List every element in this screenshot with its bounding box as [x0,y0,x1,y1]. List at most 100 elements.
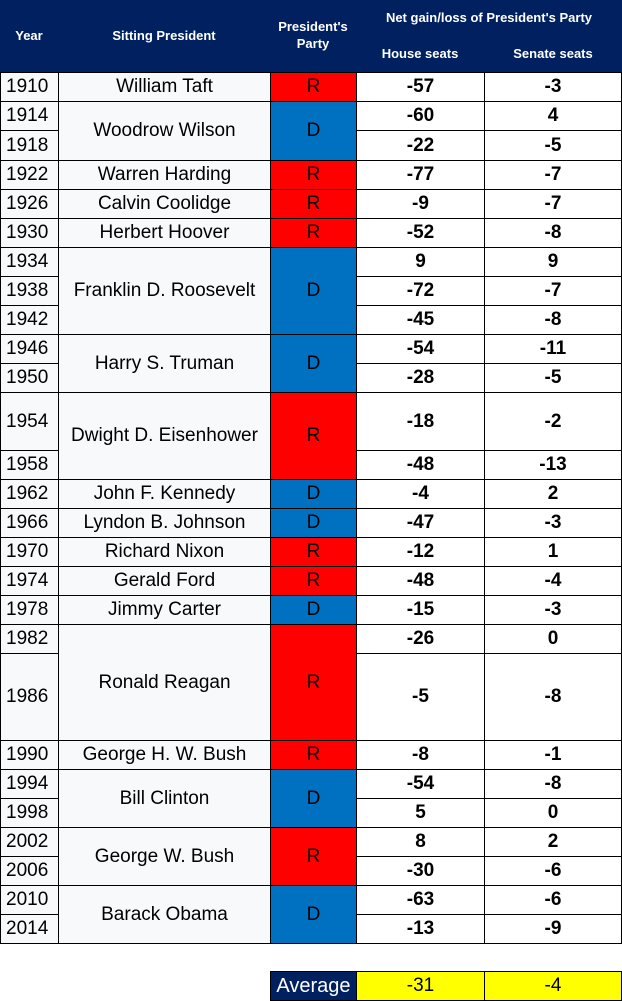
party-badge: D [270,247,357,335]
senate-seats-change: -4 [484,566,622,596]
senate-seats-change: -7 [484,160,622,190]
senate-seats-change: -5 [484,130,622,161]
senate-seats-change: -8 [484,218,622,248]
senate-seats-change: -3 [484,508,622,538]
house-seats-change: -15 [356,595,485,625]
election-year: 1986 [0,653,59,741]
average-house: -31 [356,971,485,1001]
party-badge: R [270,740,357,770]
election-year: 1974 [0,566,59,596]
house-seats-change: -5 [356,653,485,741]
average-label: Average [270,971,357,1001]
party-badge: R [270,218,357,248]
senate-seats-change: -1 [484,740,622,770]
president-name: William Taft [58,72,271,102]
house-seats-change: -47 [356,508,485,538]
house-seats-change: -48 [356,450,485,480]
house-seats-change: 5 [356,798,485,828]
election-year: 1926 [0,189,59,219]
senate-seats-change: 9 [484,247,622,277]
house-seats-change: -57 [356,72,485,102]
election-year: 1910 [0,72,59,102]
senate-seats-change: 1 [484,537,622,567]
party-badge: R [270,189,357,219]
header-senate-seats: Senate seats [484,36,622,72]
president-name: Herbert Hoover [58,218,271,248]
election-year: 1982 [0,624,59,654]
house-seats-change: 8 [356,827,485,857]
header-party: President's Party [270,0,356,72]
election-year: 1922 [0,160,59,190]
party-badge: R [270,624,357,741]
president-name: Bill Clinton [58,769,271,828]
house-seats-change: -9 [356,189,485,219]
president-name: Gerald Ford [58,566,271,596]
president-name: Lyndon B. Johnson [58,508,271,538]
senate-seats-change: -9 [484,914,622,944]
election-year: 1918 [0,130,59,161]
senate-seats-change: -11 [484,334,622,364]
house-seats-change: -28 [356,363,485,393]
election-year: 1942 [0,305,59,335]
president-name: George H. W. Bush [58,740,271,770]
senate-seats-change: -3 [484,72,622,102]
house-seats-change: -22 [356,130,485,161]
president-name: Franklin D. Roosevelt [58,247,271,335]
party-badge: R [270,827,357,886]
party-badge: R [270,160,357,190]
president-name: Woodrow Wilson [58,101,271,161]
midterm-results-table: Year Sitting President President's Party… [0,0,622,1001]
house-seats-change: -30 [356,856,485,886]
election-year: 1990 [0,740,59,770]
senate-seats-change: -8 [484,769,622,799]
president-name: Jimmy Carter [58,595,271,625]
party-badge: R [270,72,357,102]
header-year: Year [0,0,58,72]
election-year: 1946 [0,334,59,364]
house-seats-change: -63 [356,885,485,915]
party-badge: D [270,885,357,944]
house-seats-change: -4 [356,479,485,509]
election-year: 1998 [0,798,59,828]
house-seats-change: -52 [356,218,485,248]
average-senate: -4 [484,971,622,1001]
senate-seats-change: -6 [484,856,622,886]
party-badge: D [270,508,357,538]
election-year: 1934 [0,247,59,277]
senate-seats-change: -6 [484,885,622,915]
senate-seats-change: -2 [484,392,622,451]
senate-seats-change: -13 [484,450,622,480]
senate-seats-change: -8 [484,653,622,741]
house-seats-change: -54 [356,334,485,364]
election-year: 1930 [0,218,59,248]
senate-seats-change: -5 [484,363,622,393]
senate-seats-change: -7 [484,276,622,306]
party-badge: D [270,334,357,393]
party-badge: R [270,566,357,596]
election-year: 1950 [0,363,59,393]
election-year: 1978 [0,595,59,625]
house-seats-change: -13 [356,914,485,944]
house-seats-change: -60 [356,101,485,131]
party-badge: D [270,101,357,161]
house-seats-change: -45 [356,305,485,335]
president-name: George W. Bush [58,827,271,886]
senate-seats-change: -8 [484,305,622,335]
president-name: Dwight D. Eisenhower [58,392,271,480]
party-badge: R [270,392,357,480]
house-seats-change: -48 [356,566,485,596]
election-year: 1914 [0,101,59,131]
election-year: 2014 [0,914,59,944]
party-badge: R [270,537,357,567]
president-name: Warren Harding [58,160,271,190]
election-year: 1958 [0,450,59,480]
house-seats-change: -72 [356,276,485,306]
election-year: 1966 [0,508,59,538]
election-year: 2002 [0,827,59,857]
house-seats-change: -77 [356,160,485,190]
election-year: 2006 [0,856,59,886]
senate-seats-change: 0 [484,798,622,828]
election-year: 1962 [0,479,59,509]
election-year: 2010 [0,885,59,915]
senate-seats-change: -3 [484,595,622,625]
